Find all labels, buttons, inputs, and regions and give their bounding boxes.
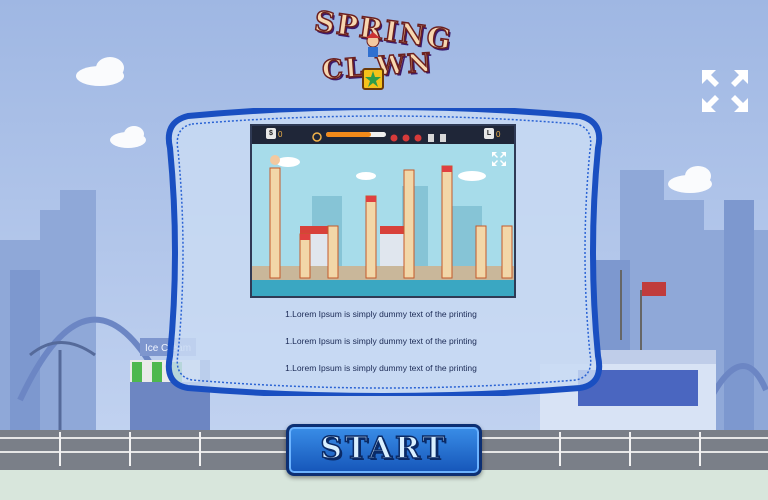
game-logo: SPRING CL WN xyxy=(300,4,460,98)
instruction-line-1: 1.Lorem Ipsum is simply dummy text of th… xyxy=(285,309,477,319)
fullscreen-icon[interactable] xyxy=(700,68,750,114)
coin-icon: $ xyxy=(266,128,276,139)
hud-coins: $0 xyxy=(266,128,282,141)
player-icon xyxy=(270,155,280,165)
hud-progress-bar xyxy=(326,132,386,137)
star-box-icon xyxy=(362,68,384,90)
hud-lives-value: 0 xyxy=(496,130,501,139)
start-button[interactable]: START xyxy=(286,424,482,476)
gameplay-preview: $0 L0 xyxy=(250,124,516,298)
hud-lives: L0 xyxy=(484,128,500,141)
preview-scene xyxy=(252,144,514,296)
timer-icon xyxy=(312,129,322,142)
preview-hud: $0 L0 xyxy=(252,126,514,144)
preview-fullscreen-icon xyxy=(492,152,506,166)
start-button-label: START xyxy=(320,430,448,467)
lives-icons xyxy=(390,130,454,148)
hud-progress-fill xyxy=(326,132,371,137)
lives-icon: L xyxy=(484,128,494,139)
hud-coins-value: 0 xyxy=(278,130,283,139)
jester-icon xyxy=(362,32,384,62)
instruction-line-2: 1.Lorem Ipsum is simply dummy text of th… xyxy=(285,336,477,346)
instruction-line-3: 1.Lorem Ipsum is simply dummy text of th… xyxy=(285,363,477,373)
